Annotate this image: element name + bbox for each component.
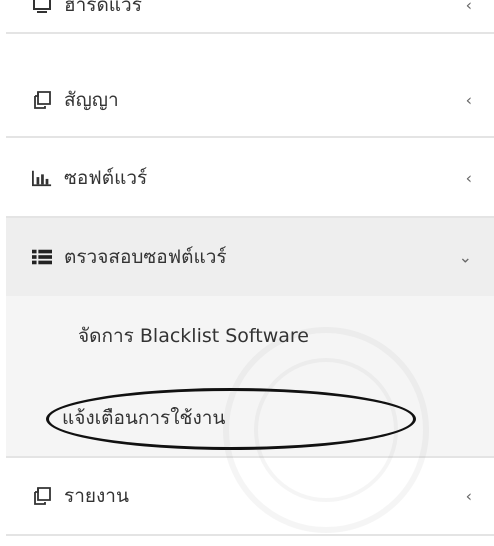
submenu-item-label: จัดการ Blacklist Software xyxy=(78,325,309,347)
chevron-left-icon: ‹ xyxy=(465,0,472,15)
menu-item-label: ตรวจสอบซอฟต์แวร์ xyxy=(64,246,227,268)
submenu-item-blacklist[interactable]: จัดการ Blacklist Software xyxy=(6,296,494,376)
monitor-icon xyxy=(32,0,52,15)
menu-item-software[interactable]: ซอฟต์แวร์ ‹ xyxy=(6,140,494,218)
menu-item-hardware[interactable]: ฮาร์ดแวร์ ‹ xyxy=(6,0,494,34)
menu-item-label: รายงาน xyxy=(64,485,129,507)
submenu-item-label: แจ้งเตือนการใช้งาน xyxy=(62,407,226,429)
chevron-left-icon: ‹ xyxy=(465,486,472,506)
chevron-left-icon: ‹ xyxy=(465,168,472,188)
chevron-left-icon: ‹ xyxy=(465,90,472,110)
copy-icon xyxy=(32,90,52,110)
menu-item-check-software[interactable]: ตรวจสอบซอฟต์แวร์ ⌄ xyxy=(6,218,494,296)
menu-item-report[interactable]: รายงาน ‹ xyxy=(6,458,494,536)
menu-item-label: ฮาร์ดแวร์ xyxy=(64,0,142,16)
menu-item-label: ซอฟต์แวร์ xyxy=(64,167,148,189)
menu-item-contract[interactable]: สัญญา ‹ xyxy=(6,64,494,138)
copy-icon xyxy=(32,486,52,506)
menu-item-label: สัญญา xyxy=(64,89,119,111)
screenshot-frame: ฮาร์ดแวร์ ‹ สัญญา ‹ ซอฟต์แวร์ ‹ ตรวจสอบซ… xyxy=(0,0,494,546)
bar-chart-icon xyxy=(32,168,52,188)
list-icon xyxy=(32,247,52,267)
chevron-down-icon: ⌄ xyxy=(458,247,472,267)
submenu-item-usage-alert[interactable]: แจ้งเตือนการใช้งาน xyxy=(6,376,494,458)
sidebar-menu: ฮาร์ดแวร์ ‹ สัญญา ‹ ซอฟต์แวร์ ‹ ตรวจสอบซ… xyxy=(6,0,494,546)
